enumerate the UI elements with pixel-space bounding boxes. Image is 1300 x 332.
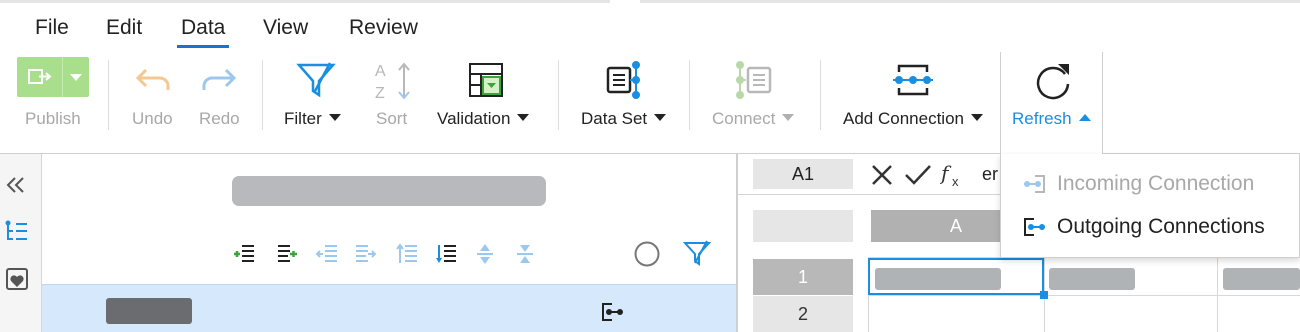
fill-handle[interactable] [1040, 291, 1048, 299]
publish-dropdown-caret[interactable] [63, 57, 89, 97]
data-set-button[interactable]: Data Set [580, 52, 670, 152]
sort-button[interactable]: AZ Sort [374, 52, 414, 152]
row-header-2[interactable]: 2 [753, 296, 853, 332]
svg-text:Z: Z [375, 85, 385, 102]
incoming-connection-icon [1023, 172, 1047, 196]
ribbon-separator [262, 60, 263, 130]
publish-label: Publish [25, 109, 81, 128]
formula-input[interactable]: er [982, 164, 998, 185]
incoming-connection-label: Incoming Connection [1057, 172, 1255, 195]
menu-data[interactable]: Data [176, 10, 230, 48]
grid-line [1217, 257, 1218, 332]
filter-off-icon[interactable] [683, 239, 711, 267]
publish-button[interactable] [17, 57, 89, 97]
ribbon-separator [558, 60, 559, 130]
add-connection-icon [893, 64, 933, 96]
add-connection-button[interactable]: Add Connection [843, 52, 991, 152]
window-top-edge [0, 0, 1300, 3]
grid-line [868, 295, 1300, 296]
menu-review[interactable]: Review [349, 10, 418, 46]
redo-button[interactable]: Redo [196, 52, 244, 152]
move-up-icon[interactable] [396, 243, 418, 265]
confirm-edit-icon[interactable] [904, 163, 932, 187]
svg-text:f: f [940, 161, 952, 185]
favorites-icon[interactable] [5, 267, 29, 293]
redo-label: Redo [199, 109, 240, 128]
filter-label: Filter [284, 109, 341, 129]
validation-label: Validation [437, 109, 530, 129]
undo-icon [135, 68, 170, 90]
connect-label: Connect [712, 109, 795, 129]
indent-icon[interactable] [354, 243, 376, 265]
panel-title-placeholder [232, 176, 546, 206]
menu-edit[interactable]: Edit [106, 10, 142, 46]
outgoing-connections-label: Outgoing Connections [1057, 215, 1265, 238]
refresh-dropdown-menu: Incoming Connection Outgoing Connections [1000, 154, 1300, 258]
add-sibling-icon[interactable] [276, 243, 298, 265]
active-cell-a1[interactable] [868, 258, 1044, 295]
collapse-all-icon[interactable] [514, 243, 536, 265]
filter-button[interactable]: Filter [284, 52, 350, 152]
svg-text:x: x [952, 174, 959, 189]
move-down-icon[interactable] [435, 243, 457, 265]
publish-icon [17, 57, 63, 97]
side-strip [0, 154, 42, 332]
sort-label: Sort [376, 109, 408, 128]
refresh-label: Refresh [1012, 109, 1091, 129]
tree-outline-icon[interactable] [5, 220, 29, 244]
function-icon[interactable]: fx [940, 160, 968, 190]
ribbon-separator [820, 60, 821, 130]
expand-all-icon[interactable] [474, 243, 496, 265]
connect-icon [736, 61, 772, 99]
undo-button[interactable]: Undo [128, 52, 178, 152]
data-set-icon [606, 61, 640, 99]
outgoing-connections-icon [1023, 215, 1047, 239]
redo-icon [202, 68, 237, 90]
menu-item-outgoing-connections[interactable]: Outgoing Connections [1001, 207, 1300, 247]
undo-label: Undo [132, 109, 173, 128]
outgoing-connection-icon[interactable] [600, 300, 626, 324]
add-connection-label: Add Connection [843, 109, 983, 129]
connect-button[interactable]: Connect [712, 52, 800, 152]
cell-c1-placeholder [1223, 268, 1300, 290]
collapse-icon[interactable] [5, 176, 27, 194]
row-name-placeholder [106, 298, 192, 324]
select-all-corner[interactable] [753, 210, 853, 242]
refresh-icon [1036, 64, 1070, 100]
menu-view[interactable]: View [263, 10, 308, 46]
validation-icon [469, 63, 503, 97]
filter-icon [296, 62, 336, 98]
data-set-label: Data Set [581, 109, 667, 129]
menu-file[interactable]: File [35, 10, 69, 46]
cancel-edit-icon[interactable] [870, 163, 894, 187]
ribbon-separator [689, 60, 690, 130]
ribbon-separator [108, 60, 109, 130]
menu-item-incoming-connection[interactable]: Incoming Connection [1001, 164, 1300, 204]
cell-b1-placeholder [1049, 268, 1135, 290]
add-child-icon[interactable] [233, 243, 255, 265]
circle-toggle-icon[interactable] [633, 240, 661, 268]
name-box[interactable]: A1 [753, 159, 853, 189]
validation-button[interactable]: Validation [437, 52, 537, 152]
ribbon-toolbar: Publish Undo Redo Filter AZ Sort Validat… [0, 52, 1300, 154]
row-header-1[interactable]: 1 [753, 259, 853, 295]
outdent-icon[interactable] [316, 243, 338, 265]
refresh-button[interactable]: Refresh [1000, 52, 1103, 155]
svg-text:A: A [375, 63, 386, 80]
publish-group: Publish [17, 52, 89, 152]
sort-icon: AZ [375, 62, 410, 102]
